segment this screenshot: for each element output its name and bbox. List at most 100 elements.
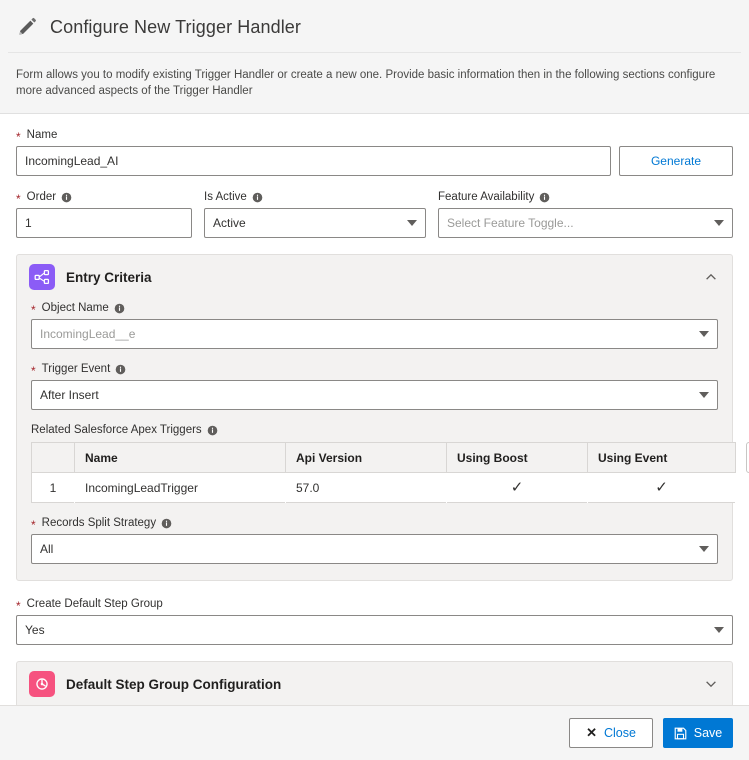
dialog-header: Configure New Trigger Handler [0, 0, 749, 40]
name-input-value: IncomingLead_AI [25, 154, 119, 168]
info-icon[interactable] [61, 192, 72, 203]
trigger-event-value: After Insert [40, 388, 99, 402]
create-default-step-group-label-text: Create Default Step Group [26, 598, 163, 610]
records-split-strategy-value: All [40, 542, 54, 556]
trigger-event-field: * Trigger Event After Insert [31, 362, 718, 410]
table-head: Name Api Version Using Boost Using Event [31, 442, 736, 473]
close-button-label: Close [603, 726, 636, 740]
dialog-description: Form allows you to modify existing Trigg… [16, 69, 716, 97]
feature-availability-select[interactable]: Select Feature Toggle... [438, 208, 733, 238]
trigger-event-select[interactable]: After Insert [31, 380, 718, 410]
nodes-icon [29, 264, 55, 290]
is-active-label: Is Active [204, 190, 426, 204]
chevron-down-icon [699, 392, 709, 398]
apex-triggers-table-wrap: Name Api Version Using Boost Using Event… [31, 442, 749, 503]
records-split-strategy-label-text: Records Split Strategy [41, 517, 157, 529]
feature-availability-label: Feature Availability [438, 190, 733, 204]
column-header-api-version[interactable]: Api Version [285, 442, 447, 473]
create-default-step-group-select[interactable]: Yes [16, 615, 733, 645]
info-icon[interactable] [252, 192, 263, 203]
create-default-step-group-label: * Create Default Step Group [16, 597, 733, 613]
info-icon[interactable] [114, 303, 125, 314]
apex-triggers-table: Name Api Version Using Boost Using Event… [31, 442, 736, 503]
cell-index: 1 [31, 472, 75, 503]
object-name-select[interactable]: IncomingLead__e [31, 319, 718, 349]
related-apex-triggers-label: Related Salesforce Apex Triggers [31, 423, 718, 437]
trigger-event-label-text: Trigger Event [41, 363, 111, 375]
chevron-up-icon[interactable] [704, 270, 718, 284]
info-icon[interactable] [115, 364, 126, 375]
info-icon[interactable] [207, 425, 218, 436]
dialog-header-band: Configure New Trigger Handler Form allow… [0, 0, 749, 114]
configure-trigger-handler-dialog: Configure New Trigger Handler Form allow… [0, 0, 749, 760]
column-header-using-event[interactable]: Using Event [587, 442, 736, 473]
order-active-feature-row: * Order 1 Is Active Active Feature Avail… [16, 190, 733, 238]
order-input-value: 1 [25, 216, 32, 230]
entry-criteria-title: Entry Criteria [66, 269, 152, 285]
name-label: * Name [16, 128, 733, 144]
order-label-text: Order [26, 191, 57, 203]
object-name-label: * Object Name [31, 301, 718, 317]
step-group-icon [29, 671, 55, 697]
column-header-index[interactable] [31, 442, 75, 473]
page-title: Configure New Trigger Handler [50, 16, 302, 37]
order-input[interactable]: 1 [16, 208, 192, 238]
records-split-strategy-field: * Records Split Strategy All [31, 516, 718, 564]
table-header-row: Name Api Version Using Boost Using Event [31, 442, 736, 473]
related-apex-triggers-label-text: Related Salesforce Apex Triggers [31, 424, 202, 436]
required-asterisk: * [16, 192, 21, 206]
entry-criteria-section: Entry Criteria * Object Name IncomingLea… [16, 254, 749, 581]
name-input[interactable]: IncomingLead_AI [16, 146, 611, 176]
save-disk-icon [674, 727, 687, 739]
is-active-label-text: Is Active [204, 191, 247, 203]
cell-using-boost-check-icon: ✓ [446, 472, 588, 503]
is-active-value: Active [213, 216, 246, 230]
feature-availability-field: Feature Availability Select Feature Togg… [438, 190, 733, 238]
info-icon[interactable] [161, 518, 172, 529]
order-field: * Order 1 [16, 190, 192, 238]
object-name-label-text: Object Name [41, 302, 109, 314]
related-apex-triggers-field: Related Salesforce Apex Triggers Name Ap… [31, 423, 749, 503]
default-step-group-title: Default Step Group Configuration [66, 676, 282, 692]
save-button-label: Save [693, 726, 723, 740]
chevron-down-icon [699, 331, 709, 337]
create-default-step-group-field: * Create Default Step Group Yes [16, 597, 733, 645]
records-split-strategy-select[interactable]: All [31, 534, 718, 564]
required-asterisk: * [16, 599, 21, 613]
info-icon[interactable] [539, 192, 550, 203]
is-active-field: Is Active Active [204, 190, 426, 238]
order-label: * Order [16, 190, 192, 206]
column-header-using-boost[interactable]: Using Boost [446, 442, 588, 473]
cell-using-event-check-icon: ✓ [587, 472, 736, 503]
object-name-value: IncomingLead__e [40, 327, 136, 341]
cell-api-version: 57.0 [285, 472, 447, 503]
default-step-group-header[interactable]: Default Step Group Configuration [17, 662, 732, 705]
dialog-footer: ✕ Close Save [0, 705, 749, 760]
is-active-select[interactable]: Active [204, 208, 426, 238]
feature-availability-placeholder: Select Feature Toggle... [447, 216, 574, 230]
table-row[interactable]: 1 IncomingLeadTrigger 57.0 ✓ ✓ [31, 472, 736, 503]
table-body: 1 IncomingLeadTrigger 57.0 ✓ ✓ [31, 472, 736, 503]
trigger-event-label: * Trigger Event [31, 362, 718, 378]
close-x-icon: ✕ [586, 725, 597, 740]
records-split-strategy-label: * Records Split Strategy [31, 516, 718, 532]
entry-criteria-header[interactable]: Entry Criteria [17, 255, 732, 299]
generate-button[interactable]: Generate [619, 146, 733, 176]
required-asterisk: * [31, 518, 36, 532]
required-asterisk: * [31, 364, 36, 378]
chevron-down-icon [714, 627, 724, 633]
column-header-name[interactable]: Name [74, 442, 286, 473]
chevron-down-icon [714, 220, 724, 226]
dialog-body: * Name IncomingLead_AI Generate * Order [0, 114, 749, 705]
chevron-down-icon[interactable] [704, 677, 718, 691]
default-step-group-section: Default Step Group Configuration [16, 661, 733, 705]
close-button[interactable]: ✕ Close [569, 718, 653, 748]
entry-criteria-body: * Object Name IncomingLead__e * Trigger … [17, 301, 749, 580]
feature-availability-label-text: Feature Availability [438, 191, 535, 203]
name-label-text: Name [26, 129, 58, 141]
chevron-down-icon [407, 220, 417, 226]
save-button[interactable]: Save [663, 718, 733, 748]
chevron-down-icon [699, 546, 709, 552]
required-asterisk: * [16, 130, 21, 144]
required-asterisk: * [31, 303, 36, 317]
